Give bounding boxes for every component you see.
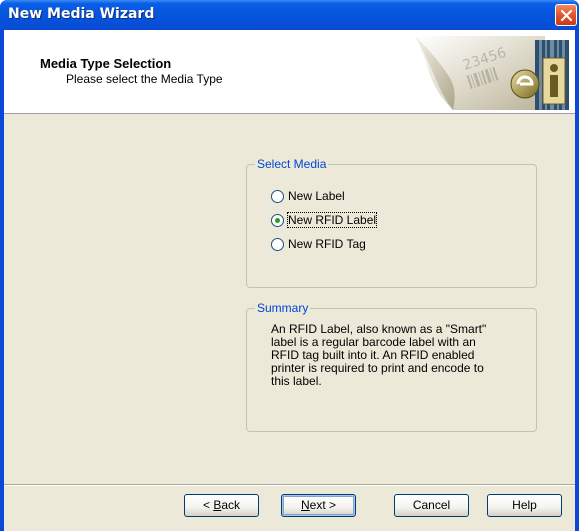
next-button[interactable]: Next > (281, 494, 356, 517)
back-button[interactable]: < Back (184, 494, 259, 517)
radio-label[interactable]: New RFID Label (286, 212, 378, 228)
radio-button[interactable] (271, 189, 284, 203)
close-button[interactable] (555, 4, 577, 26)
back-rest: ack (221, 498, 241, 512)
next-rest: ext > (309, 498, 337, 512)
dialog-client: Media Type Selection Please select the M… (4, 30, 575, 531)
window-title: New Media Wizard (8, 6, 155, 22)
wizard-header: Media Type Selection Please select the M… (4, 30, 575, 114)
media-wizard-logo-icon: 23456 (415, 36, 569, 110)
radio-new-label[interactable]: New Label (271, 187, 345, 205)
next-mnemonic: N (300, 498, 310, 512)
button-separator (4, 484, 575, 486)
summary-text: An RFID Label, also known as a "Smart" l… (271, 323, 521, 388)
cancel-button[interactable]: Cancel (394, 494, 469, 517)
summary-group: Summary An RFID Label, also known as a "… (246, 301, 537, 432)
page-subtitle: Please select the Media Type (66, 72, 223, 86)
close-icon (560, 9, 573, 22)
radio-label[interactable]: New Label (288, 189, 345, 203)
summary-label: Summary (255, 301, 311, 315)
back-prefix: < (202, 498, 214, 512)
help-button[interactable]: Help (487, 494, 562, 517)
summary-line: this label. (271, 374, 322, 388)
radio-new-rfid-tag[interactable]: New RFID Tag (271, 235, 366, 253)
radio-label[interactable]: New RFID Tag (288, 237, 366, 251)
page-title: Media Type Selection (40, 56, 172, 71)
radio-new-rfid-label[interactable]: New RFID Label (271, 211, 378, 229)
radio-button[interactable] (271, 237, 284, 251)
title-bar[interactable]: New Media Wizard (0, 0, 579, 30)
radio-button-selected[interactable] (271, 213, 284, 227)
select-media-label: Select Media (255, 157, 329, 171)
select-media-group: Select Media New Label New RFID Label Ne… (246, 157, 537, 288)
wizard-window: New Media Wizard Media Type Selection Pl… (0, 0, 579, 531)
